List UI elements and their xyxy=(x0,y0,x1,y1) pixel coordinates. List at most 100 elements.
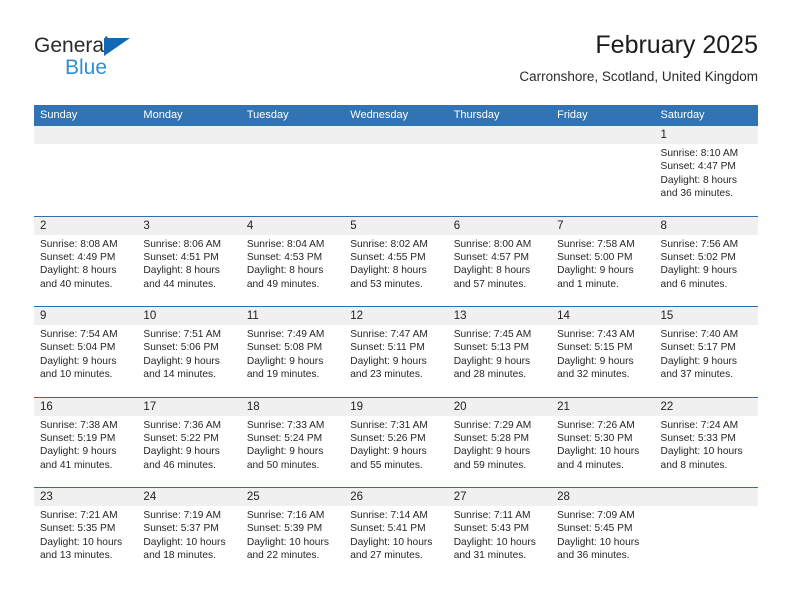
calendar-day-cell[interactable]: 24 Sunrise: 7:19 AM Sunset: 5:37 PM Dayligh… xyxy=(137,488,240,577)
day-number: 17 xyxy=(143,400,157,413)
day-number: 25 xyxy=(246,491,260,503)
calendar-day-cell[interactable]: 28 Sunrise: 7:09 AM Sunset: 5:45 PM Dayligh… xyxy=(551,488,654,577)
day-number: 16 xyxy=(40,400,53,413)
daylight-text-line2: and 46 minutes. xyxy=(143,459,216,471)
daylight-text-line1: Daylight: 8 hours xyxy=(350,265,427,277)
day-number: 13 xyxy=(453,310,467,322)
daylight-text-line1: Daylight: 8 hours xyxy=(453,265,531,277)
sunrise-text: Sunrise: 7:11 AM xyxy=(453,510,531,521)
sunrise-text: Sunrise: 7:56 AM xyxy=(660,238,739,250)
daylight-text-line2: and 27 minutes. xyxy=(350,550,423,562)
calendar-day-cell[interactable]: 14 Sunrise: 7:43 AM Sunset: 5:15 PM Dayligh… xyxy=(551,307,654,396)
calendar-day-cell[interactable]: 12 Sunrise: 7:47 AM Sunset: 5:11 PM Dayligh… xyxy=(344,307,447,396)
calendar-week-row: 23 Sunrise: 7:21 AM Sunset: 5:35 PM Dayligh… xyxy=(34,487,758,578)
calendar-day-cell[interactable]: 16 Sunrise: 7:38 AM Sunset: 5:19 PM Dayligh… xyxy=(34,398,137,487)
sunrise-text: Sunrise: 7:58 AM xyxy=(557,238,635,250)
daylight-text-line2: and 8 minutes. xyxy=(660,459,728,471)
daylight-text-line1: Daylight: 8 hours xyxy=(143,265,220,277)
calendar-day-cell[interactable]: 13 Sunrise: 7:45 AM Sunset: 5:13 PM Dayligh… xyxy=(448,307,551,396)
weekday-header-friday: Friday xyxy=(557,109,588,121)
weekday-header-monday: Monday xyxy=(143,109,183,121)
calendar-day-cell[interactable]: 7 Sunrise: 7:58 AM Sunset: 5:00 PM Daylight… xyxy=(551,217,654,306)
day-sun-info: Sunrise: 7:56 AM Sunset: 5:02 PM Daylight:… xyxy=(661,238,758,292)
daylight-text-line1: Daylight: 9 hours xyxy=(660,265,737,277)
sunrise-text: Sunrise: 8:08 AM xyxy=(40,238,118,250)
day-number: 10 xyxy=(143,310,157,322)
calendar-week-cells: 2 Sunrise: 8:08 AM Sunset: 4:49 PM Daylight… xyxy=(34,217,758,306)
calendar-day-cell[interactable]: 21 Sunrise: 7:26 AM Sunset: 5:30 PM Dayligh… xyxy=(551,398,654,487)
daylight-text-line2: and 57 minutes. xyxy=(453,278,527,290)
daylight-text-line1: Daylight: 9 hours xyxy=(660,355,737,367)
calendar-day-cell[interactable]: 18 Sunrise: 7:33 AM Sunset: 5:24 PM Dayligh… xyxy=(241,398,344,487)
daylight-text-line1: Daylight: 8 hours xyxy=(246,265,324,277)
day-number: 24 xyxy=(143,491,157,503)
calendar-day-cell[interactable]: 15 Sunrise: 7:40 AM Sunset: 5:17 PM Dayligh… xyxy=(655,307,758,396)
day-number: 1 xyxy=(660,129,667,141)
sunrise-text: Sunrise: 8:10 AM xyxy=(660,148,739,159)
daylight-text-line2: and 59 minutes. xyxy=(453,459,527,471)
calendar-day-cell[interactable]: 6 Sunrise: 8:00 AM Sunset: 4:57 PM Daylight… xyxy=(448,217,551,306)
daylight-text-line1: Daylight: 9 hours xyxy=(453,446,531,458)
day-number: 6 xyxy=(453,219,461,232)
weekday-header-wednesday: Wednesday xyxy=(350,109,409,121)
calendar-day-cell[interactable]: 1 Sunrise: 8:10 AM Sunset: 4:47 PM Daylight… xyxy=(655,126,758,215)
daylight-text-line2: and 6 minutes. xyxy=(660,278,728,290)
daylight-text-line1: Daylight: 9 hours xyxy=(557,355,634,367)
sunset-text: Sunset: 5:43 PM xyxy=(453,523,530,535)
calendar-day-cell[interactable]: 27 Sunrise: 7:11 AM Sunset: 5:43 PM Dayligh… xyxy=(448,488,551,577)
sunset-text: Sunset: 5:04 PM xyxy=(40,342,116,354)
day-sun-info: Sunrise: 7:49 AM Sunset: 5:08 PM Daylight:… xyxy=(247,328,344,382)
sunrise-text: Sunrise: 7:26 AM xyxy=(557,419,635,431)
calendar-day-cell[interactable]: 5 Sunrise: 8:02 AM Sunset: 4:55 PM Daylight… xyxy=(344,217,447,306)
sunrise-text: Sunrise: 7:36 AM xyxy=(143,419,222,431)
calendar-week-cells: 23 Sunrise: 7:21 AM Sunset: 5:35 PM Dayligh… xyxy=(34,488,758,577)
logo-text-blue: Blue xyxy=(65,56,108,79)
daylight-text-line2: and 32 minutes. xyxy=(557,369,630,381)
calendar-day-cell[interactable]: 3 Sunrise: 8:06 AM Sunset: 4:51 PM Daylight… xyxy=(137,217,240,306)
sunrise-text: Sunrise: 7:14 AM xyxy=(350,510,428,521)
day-sun-info: Sunrise: 8:04 AM Sunset: 4:53 PM Daylight:… xyxy=(247,238,344,292)
general-blue-logo[interactable]: General Blue xyxy=(34,34,254,90)
daylight-text-line2: and 10 minutes. xyxy=(40,369,113,381)
calendar-day-cell[interactable]: 22 Sunrise: 7:24 AM Sunset: 5:33 PM Dayligh… xyxy=(655,398,758,487)
day-sun-info: Sunrise: 7:31 AM Sunset: 5:26 PM Daylight:… xyxy=(350,419,447,473)
day-number: 22 xyxy=(660,400,674,413)
calendar-day-cell[interactable]: 26 Sunrise: 7:14 AM Sunset: 5:41 PM Dayligh… xyxy=(344,488,447,577)
calendar-day-cell[interactable]: 8 Sunrise: 7:56 AM Sunset: 5:02 PM Daylight… xyxy=(655,217,758,306)
day-number: 2 xyxy=(40,219,47,232)
day-sun-info: Sunrise: 7:26 AM Sunset: 5:30 PM Daylight:… xyxy=(557,419,654,473)
day-sun-info: Sunrise: 7:36 AM Sunset: 5:22 PM Daylight:… xyxy=(143,419,240,473)
calendar-day-cell[interactable]: 9 Sunrise: 7:54 AM Sunset: 5:04 PM Daylight… xyxy=(34,307,137,396)
calendar-day-cell[interactable]: 4 Sunrise: 8:04 AM Sunset: 4:53 PM Daylight… xyxy=(241,217,344,306)
calendar-day-cell[interactable]: 20 Sunrise: 7:29 AM Sunset: 5:28 PM Dayligh… xyxy=(448,398,551,487)
daylight-text-line2: and 28 minutes. xyxy=(453,369,527,381)
page-header: General Blue February 2025 Carronshore, … xyxy=(34,30,758,96)
day-sun-info: Sunrise: 8:02 AM Sunset: 4:55 PM Daylight:… xyxy=(350,238,447,292)
calendar-day-cell[interactable]: 11 Sunrise: 7:49 AM Sunset: 5:08 PM Dayligh… xyxy=(241,307,344,396)
day-sun-info: Sunrise: 7:24 AM Sunset: 5:33 PM Daylight:… xyxy=(661,419,758,473)
daylight-text-line1: Daylight: 9 hours xyxy=(143,355,220,367)
daylight-text-line2: and 37 minutes. xyxy=(660,369,734,381)
calendar-day-cell[interactable]: 19 Sunrise: 7:31 AM Sunset: 5:26 PM Dayligh… xyxy=(344,398,447,487)
sunrise-text: Sunrise: 7:49 AM xyxy=(246,329,325,340)
daylight-text-line2: and 49 minutes. xyxy=(246,278,320,290)
calendar-day-cell[interactable]: 2 Sunrise: 8:08 AM Sunset: 4:49 PM Daylight… xyxy=(34,217,137,306)
daylight-text-line2: and 1 minute. xyxy=(557,278,619,290)
day-number: 5 xyxy=(350,219,357,232)
day-sun-info: Sunrise: 7:29 AM Sunset: 5:28 PM Daylight:… xyxy=(454,419,551,473)
daylight-text-line1: Daylight: 10 hours xyxy=(246,536,329,548)
day-sun-info: Sunrise: 7:47 AM Sunset: 5:11 PM Daylight:… xyxy=(350,328,447,382)
day-sun-info: Sunrise: 7:45 AM Sunset: 5:13 PM Daylight:… xyxy=(454,328,551,382)
sunset-text: Sunset: 5:08 PM xyxy=(246,342,323,354)
calendar-day-cell-empty xyxy=(448,126,551,215)
sunset-text: Sunset: 5:11 PM xyxy=(350,342,425,354)
calendar-day-cell[interactable]: 25 Sunrise: 7:16 AM Sunset: 5:39 PM Dayligh… xyxy=(241,488,344,577)
day-sun-info: Sunrise: 7:21 AM Sunset: 5:35 PM Daylight:… xyxy=(40,509,137,563)
calendar-day-cell[interactable]: 23 Sunrise: 7:21 AM Sunset: 5:35 PM Dayligh… xyxy=(34,488,137,577)
calendar-day-cell[interactable]: 10 Sunrise: 7:51 AM Sunset: 5:06 PM Dayligh… xyxy=(137,307,240,396)
sunrise-text: Sunrise: 7:40 AM xyxy=(660,329,739,340)
daylight-text-line1: Daylight: 10 hours xyxy=(453,536,536,548)
sunrise-text: Sunrise: 7:51 AM xyxy=(143,329,222,340)
calendar-week-row: 16 Sunrise: 7:38 AM Sunset: 5:19 PM Dayligh… xyxy=(34,396,758,487)
calendar-day-cell[interactable]: 17 Sunrise: 7:36 AM Sunset: 5:22 PM Dayligh… xyxy=(137,398,240,487)
